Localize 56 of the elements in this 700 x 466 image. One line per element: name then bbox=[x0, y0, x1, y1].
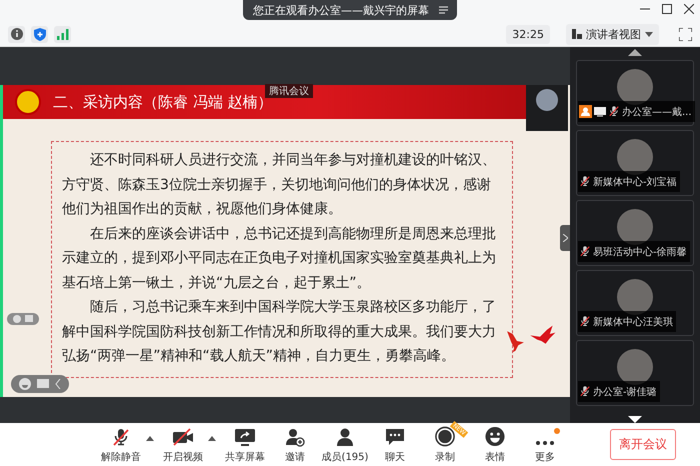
smiley-icon bbox=[484, 426, 506, 446]
toolbar-button[interactable]: 更多 bbox=[520, 426, 570, 464]
list-icon[interactable] bbox=[439, 6, 449, 14]
close-icon[interactable] bbox=[684, 4, 694, 14]
leave-meeting-button[interactable]: 离开会议 bbox=[610, 429, 676, 460]
muted-mic-icon bbox=[579, 175, 591, 187]
caret-icon[interactable] bbox=[208, 436, 216, 440]
presenter-video-thumbnail[interactable] bbox=[526, 85, 568, 131]
caret-icon[interactable] bbox=[146, 436, 154, 440]
caret-icon bbox=[645, 32, 653, 36]
muted-mic-icon bbox=[579, 245, 591, 257]
participant-tile[interactable]: 办公室-谢佳璐 bbox=[576, 340, 694, 406]
participant-name: 办公室——戴... bbox=[622, 106, 692, 118]
muted-mic-icon bbox=[579, 385, 591, 397]
slide-paragraph: 还不时同科研人员进行交流，并同当年参与对撞机建设的叶铭汉、方守贤、陈森玉3位院士亲切握手，关切地询问他们的身体状况，感谢他们为祖国作出的贡献，祝愿他们身体健康。 bbox=[62, 151, 497, 219]
person-icon bbox=[334, 426, 356, 446]
muted-mic-icon bbox=[579, 315, 591, 327]
participant-tile[interactable]: 新媒体中心-刘宝福 bbox=[576, 130, 694, 196]
app-watermark-label: 腾讯会议 bbox=[265, 84, 313, 98]
muted-mic-icon bbox=[608, 105, 620, 117]
scroll-up-icon[interactable] bbox=[628, 49, 642, 56]
signal-icon[interactable] bbox=[54, 26, 71, 42]
video-off-icon bbox=[172, 426, 194, 446]
participant-tile[interactable]: 办公室——戴... bbox=[576, 60, 694, 126]
window-title: 您正在观看办公室——戴兴宇的屏幕 bbox=[253, 2, 429, 18]
fullscreen-icon[interactable] bbox=[679, 28, 692, 40]
chat-icon bbox=[384, 426, 406, 446]
muted-mic-icon bbox=[111, 426, 131, 446]
toolbar-button[interactable]: 开启视频 bbox=[158, 426, 208, 464]
emblem-icon bbox=[15, 89, 41, 115]
toolbar-button[interactable]: 聊天 bbox=[370, 426, 420, 464]
toolbar-button[interactable]: 解除静音 bbox=[96, 426, 146, 464]
shield-icon[interactable] bbox=[31, 26, 48, 42]
view-dropdown[interactable]: 演讲者视图 bbox=[566, 24, 659, 44]
reaction-mini-bar[interactable] bbox=[7, 313, 39, 325]
participant-name: 办公室-谢佳璐 bbox=[593, 386, 657, 398]
participant-name: 新媒体中心-刘宝福 bbox=[593, 176, 677, 188]
share-screen-icon bbox=[234, 426, 256, 446]
toolbar-button[interactable]: 成员(195) bbox=[320, 426, 370, 464]
add-person-icon bbox=[284, 426, 306, 446]
reaction-bar[interactable] bbox=[11, 375, 69, 393]
toolbar-button[interactable]: 共享屏幕 bbox=[220, 426, 270, 464]
info-icon[interactable] bbox=[8, 26, 25, 42]
maximize-icon[interactable] bbox=[662, 4, 672, 14]
more-icon bbox=[534, 438, 556, 446]
slide-paragraph: 在后来的座谈会讲话中，总书记还提到高能物理所是周恩来总理批示建立的，提到邓小平同志在正负电子对撞机国家实验室奠基典礼上为基石培上第一锹土，并说“九层之台，起于累土”。 bbox=[62, 224, 497, 292]
collapse-handle[interactable] bbox=[560, 225, 570, 251]
participant-name: 易班活动中心-徐雨馨 bbox=[593, 246, 687, 258]
toolbar-button[interactable]: 表情 bbox=[470, 426, 520, 464]
participant-tile[interactable]: 易班活动中心-徐雨馨 bbox=[576, 200, 694, 266]
toolbar-button[interactable]: 邀请 bbox=[270, 426, 320, 464]
participant-name: 新媒体中心汪美琪 bbox=[593, 316, 673, 328]
slide-paragraph: 随后，习总书记乘车来到中国科学院大学玉泉路校区多功能厅，了解中国科学院国防科技创新工作情况和所取得的重大成果。我们要大力弘扬“两弹一星”精神和“载人航天”精神，自力更生，勇攀高峰。 bbox=[62, 298, 497, 366]
participant-tile[interactable]: 新媒体中心汪美琪 bbox=[576, 270, 694, 336]
meeting-timer: 32:25 bbox=[506, 24, 550, 44]
layout-icon bbox=[572, 29, 582, 39]
